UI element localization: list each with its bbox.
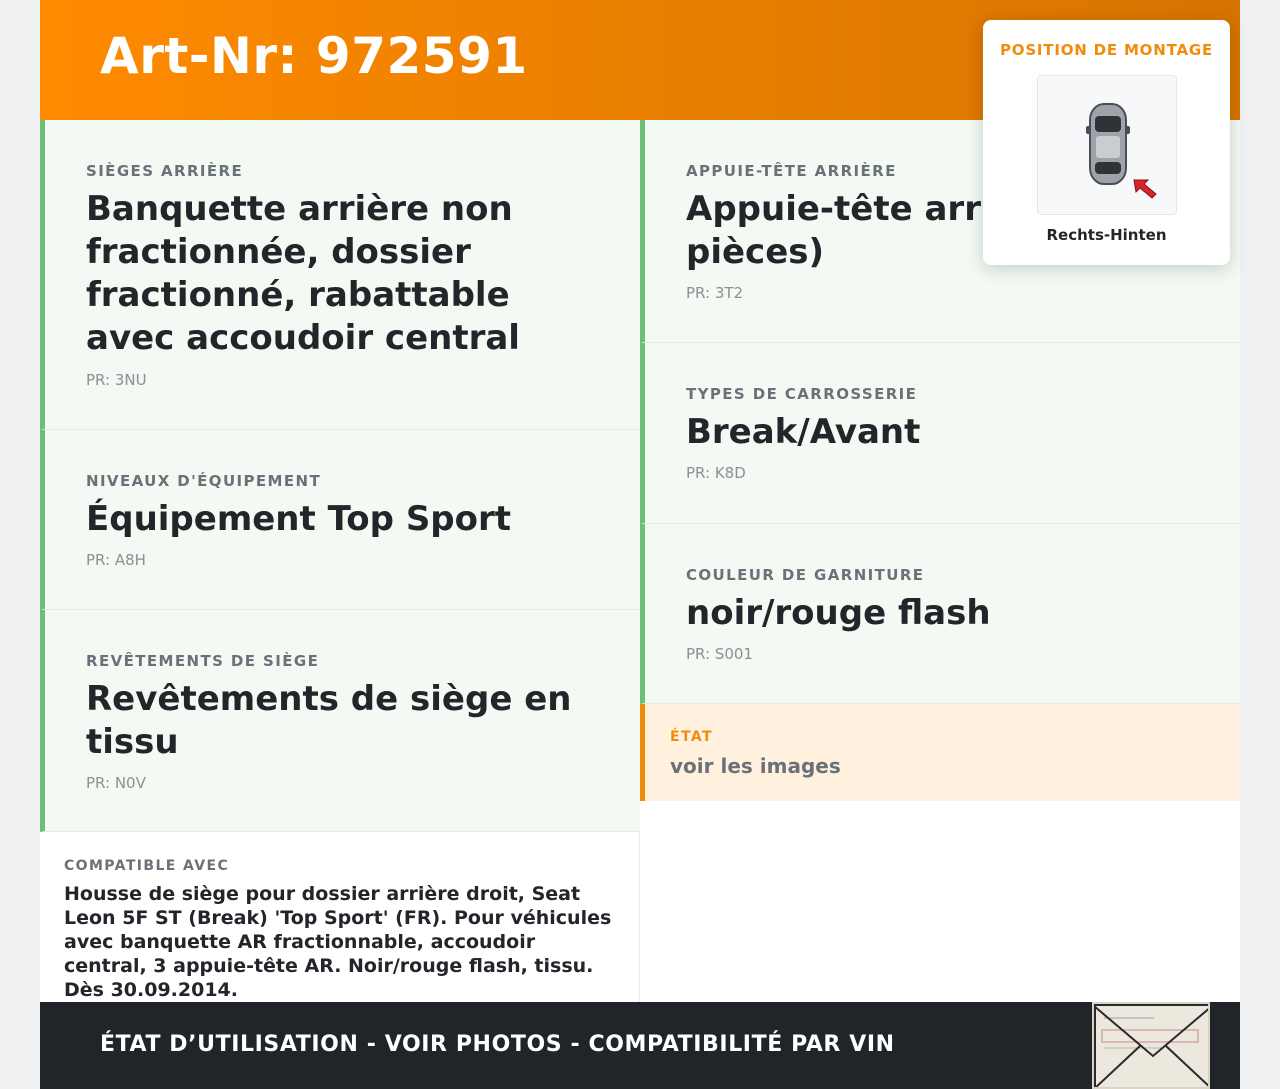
compatibility-box: COMPATIBLE AVEC Housse de siège pour dos… [40, 832, 640, 1002]
spec-label: NIVEAUX D'ÉQUIPEMENT [86, 472, 322, 490]
spec-pr-code: PR: 3NU [86, 371, 147, 389]
spec-label: COULEUR DE GARNITURE [686, 566, 925, 584]
mounting-position-card: POSITION DE MONTAGE Rechts-Hinten [983, 20, 1230, 265]
envelope-icon [1094, 1004, 1208, 1087]
footer-text: ÉTAT D’UTILISATION - VOIR PHOTOS - COMPA… [100, 1032, 895, 1057]
condition-box: ÉTAT voir les images [640, 704, 1240, 801]
spec-label: SIÈGES ARRIÈRE [86, 162, 244, 180]
spec-value: Banquette arrière non fractionnée, dossi… [86, 189, 520, 358]
spec-value: Équipement Top Sport [86, 499, 512, 539]
envelope-thumbnail[interactable] [1092, 1002, 1210, 1089]
car-top-view-icon [1086, 103, 1157, 199]
footer-banner: ÉTAT D’UTILISATION - VOIR PHOTOS - COMPA… [40, 1002, 1240, 1089]
spec-value: Revêtements de siège en tissu [86, 679, 572, 762]
spec-pr-code: PR: A8H [86, 551, 146, 569]
spec-label: REVÊTEMENTS DE SIÈGE [86, 652, 320, 670]
compatibility-label: COMPATIBLE AVEC [64, 858, 230, 874]
spec-pr-code: PR: 3T2 [686, 284, 744, 302]
spec-cell-trim-color: COULEUR DE GARNITURE noir/rouge flash PR… [640, 524, 1240, 704]
spec-value: Break/Avant [686, 412, 921, 452]
spec-value: noir/rouge flash [686, 593, 991, 633]
condition-label: ÉTAT [670, 729, 713, 745]
spec-cell-equipment-level: NIVEAUX D'ÉQUIPEMENT Équipement Top Spor… [40, 430, 640, 610]
mounting-position-title: POSITION DE MONTAGE [999, 41, 1214, 59]
spec-label: APPUIE-TÊTE ARRIÈRE [686, 162, 897, 180]
spec-cell-rear-seats: SIÈGES ARRIÈRE Banquette arrière non fra… [40, 120, 640, 430]
mounting-position-label: Rechts-Hinten [1046, 226, 1167, 244]
mounting-position-image[interactable] [1037, 75, 1177, 215]
spec-pr-code: PR: S001 [686, 645, 753, 663]
condition-value: voir les images [670, 754, 841, 778]
spec-cell-body-type: TYPES DE CARROSSERIE Break/Avant PR: K8D [640, 343, 1240, 524]
compatibility-text: Housse de siège pour dossier arrière dro… [64, 883, 612, 1001]
spec-pr-code: PR: N0V [86, 774, 146, 792]
spec-cell-seat-covers: REVÊTEMENTS DE SIÈGE Revêtements de sièg… [40, 610, 640, 832]
spec-label: TYPES DE CARROSSERIE [686, 385, 918, 403]
spec-pr-code: PR: K8D [686, 464, 746, 482]
article-number-title: Art-Nr: 972591 [100, 27, 528, 85]
